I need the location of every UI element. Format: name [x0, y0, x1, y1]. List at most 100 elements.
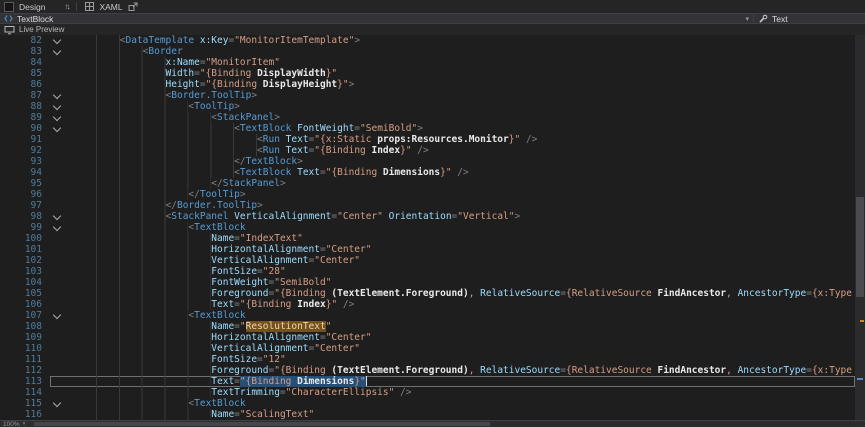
code-line[interactable]: 110 VerticalAlignment="Center" — [0, 343, 855, 354]
fold-chevron-icon[interactable] — [50, 222, 66, 233]
line-number[interactable]: 95 — [0, 178, 50, 189]
code-line[interactable]: 86 Height="{Binding DisplayHeight}"> — [0, 79, 855, 90]
line-number[interactable]: 105 — [0, 288, 50, 299]
vertical-scrollbar[interactable] — [855, 35, 865, 420]
code-line[interactable]: 98 <StackPanel VerticalAlignment="Center… — [0, 211, 855, 222]
code-line-body: <StackPanel VerticalAlignment="Center" O… — [50, 211, 855, 222]
code-line-body: Height="{Binding DisplayHeight}"> — [50, 79, 855, 90]
line-number[interactable]: 88 — [0, 101, 50, 112]
line-number[interactable]: 112 — [0, 365, 50, 376]
live-preview-bar: Live Preview — [0, 24, 865, 35]
scrollbar-caret-mark — [857, 378, 863, 380]
code-line[interactable]: 99 <TextBlock — [0, 222, 855, 233]
element-breadcrumb-combo[interactable]: TextBlock ▾ — [0, 14, 753, 23]
fold-chevron-icon[interactable] — [50, 35, 66, 46]
line-number[interactable]: 92 — [0, 145, 50, 156]
code-line[interactable]: 91 <Run Text="{x:Static props:Resources.… — [0, 134, 855, 145]
code-line[interactable]: 101 HorizontalAlignment="Center" — [0, 244, 855, 255]
code-line[interactable]: 114 TextTrimming="CharacterEllipsis" /> — [0, 387, 855, 398]
hscroll-thumb[interactable] — [34, 422, 489, 426]
line-number[interactable]: 82 — [0, 35, 50, 46]
code-line-body: FontSize="28" — [50, 266, 855, 277]
line-number[interactable]: 97 — [0, 200, 50, 211]
line-number[interactable]: 102 — [0, 255, 50, 266]
code-line[interactable]: 93 </TextBlock> — [0, 156, 855, 167]
fold-chevron-icon[interactable] — [50, 398, 66, 409]
line-number[interactable]: 101 — [0, 244, 50, 255]
code-line-text: </StackPanel> — [66, 178, 855, 189]
code-line[interactable]: 88 <ToolTip> — [0, 101, 855, 112]
fold-gutter — [50, 68, 66, 79]
code-line[interactable]: 116 Name="ScalingText" — [0, 409, 855, 420]
fold-chevron-icon[interactable] — [50, 112, 66, 123]
line-number[interactable]: 116 — [0, 409, 50, 420]
code-line[interactable]: 94 <TextBlock Text="{Binding Dimensions}… — [0, 167, 855, 178]
scrollbar-thumb[interactable] — [856, 197, 864, 297]
code-line[interactable]: 82 <DataTemplate x:Key="MonitorItemTempl… — [0, 35, 855, 46]
line-number[interactable]: 83 — [0, 46, 50, 57]
code-line[interactable]: 84 x:Name="MonitorItem" — [0, 57, 855, 68]
line-number[interactable]: 103 — [0, 266, 50, 277]
code-line[interactable]: 106 Text="{Binding Index}" /> — [0, 299, 855, 310]
line-number[interactable]: 104 — [0, 277, 50, 288]
code-line[interactable]: 83 <Border — [0, 46, 855, 57]
line-number[interactable]: 90 — [0, 123, 50, 134]
swap-panes-icon[interactable]: ↑↓ — [64, 2, 68, 11]
code-line[interactable]: 109 HorizontalAlignment="Center" — [0, 332, 855, 343]
line-number[interactable]: 99 — [0, 222, 50, 233]
line-number[interactable]: 86 — [0, 79, 50, 90]
code-area[interactable]: 82 <DataTemplate x:Key="MonitorItemTempl… — [0, 35, 855, 420]
code-line[interactable]: 105 Foreground="{Binding (TextElement.Fo… — [0, 288, 855, 299]
code-line[interactable]: 102 VerticalAlignment="Center" — [0, 255, 855, 266]
code-line[interactable]: 92 <Run Text="{Binding Index}" /> — [0, 145, 855, 156]
fold-chevron-icon[interactable] — [50, 46, 66, 57]
property-breadcrumb-combo[interactable]: Text — [753, 14, 865, 23]
line-number[interactable]: 108 — [0, 321, 50, 332]
line-number[interactable]: 93 — [0, 156, 50, 167]
code-line[interactable]: 87 <Border.ToolTip> — [0, 90, 855, 101]
code-line[interactable]: 108 Name="ResolutionText" — [0, 321, 855, 332]
line-number[interactable]: 111 — [0, 354, 50, 365]
code-line[interactable]: 111 FontSize="12" — [0, 354, 855, 365]
zoom-control[interactable]: 100% — [3, 421, 20, 427]
line-number[interactable]: 84 — [0, 57, 50, 68]
code-line[interactable]: 97 </Border.ToolTip> — [0, 200, 855, 211]
line-number[interactable]: 96 — [0, 189, 50, 200]
code-line[interactable]: 113 Text="{Binding Dimensions}" — [0, 376, 855, 387]
line-number[interactable]: 109 — [0, 332, 50, 343]
code-line[interactable]: 85 Width="{Binding DisplayWidth}" — [0, 68, 855, 79]
fold-chevron-icon[interactable] — [50, 211, 66, 222]
code-line[interactable]: 89 <StackPanel> — [0, 112, 855, 123]
code-line[interactable]: 104 FontWeight="SemiBold" — [0, 277, 855, 288]
line-number[interactable]: 100 — [0, 233, 50, 244]
line-number[interactable]: 89 — [0, 112, 50, 123]
horizontal-scrollbar[interactable] — [34, 422, 862, 426]
line-number[interactable]: 110 — [0, 343, 50, 354]
popout-window-icon[interactable] — [128, 2, 138, 12]
code-line[interactable]: 100 Name="IndexText" — [0, 233, 855, 244]
code-line[interactable]: 103 FontSize="28" — [0, 266, 855, 277]
code-line[interactable]: 95 </StackPanel> — [0, 178, 855, 189]
fold-chevron-icon[interactable] — [50, 310, 66, 321]
line-number[interactable]: 114 — [0, 387, 50, 398]
code-line[interactable]: 112 Foreground="{Binding (TextElement.Fo… — [0, 365, 855, 376]
code-line[interactable]: 107 <TextBlock — [0, 310, 855, 321]
line-number[interactable]: 106 — [0, 299, 50, 310]
fold-chevron-icon[interactable] — [50, 90, 66, 101]
fold-chevron-icon[interactable] — [50, 123, 66, 134]
line-number[interactable]: 113 — [0, 376, 50, 387]
fold-chevron-icon[interactable] — [50, 101, 66, 112]
line-number[interactable]: 91 — [0, 134, 50, 145]
tab-xaml[interactable]: XAML — [99, 2, 122, 12]
line-number[interactable]: 87 — [0, 90, 50, 101]
code-line[interactable]: 96 </ToolTip> — [0, 189, 855, 200]
line-number[interactable]: 98 — [0, 211, 50, 222]
line-number[interactable]: 115 — [0, 398, 50, 409]
code-line[interactable]: 90 <TextBlock FontWeight="SemiBold"> — [0, 123, 855, 134]
code-line[interactable]: 115 <TextBlock — [0, 398, 855, 409]
line-number[interactable]: 94 — [0, 167, 50, 178]
line-number[interactable]: 85 — [0, 68, 50, 79]
fold-gutter — [50, 376, 66, 387]
tab-design[interactable]: Design — [19, 2, 45, 12]
line-number[interactable]: 107 — [0, 310, 50, 321]
